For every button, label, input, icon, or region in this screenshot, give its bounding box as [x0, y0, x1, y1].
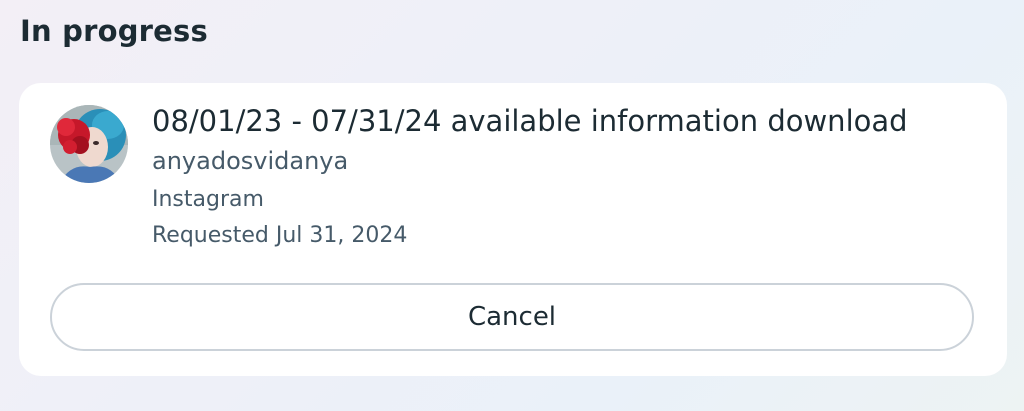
account-username: anyadosvidanya [152, 147, 349, 175]
request-title: 08/01/23 - 07/31/24 available informatio… [152, 104, 908, 138]
request-details: 08/01/23 - 07/31/24 available informatio… [152, 103, 987, 250]
platform-label: Instagram [152, 187, 264, 212]
section-heading: In progress [20, 14, 208, 48]
requested-date: Requested Jul 31, 2024 [152, 223, 408, 248]
profile-photo-icon [50, 105, 128, 183]
download-request-card: 08/01/23 - 07/31/24 available informatio… [19, 83, 1007, 376]
cancel-button[interactable]: Cancel [50, 283, 974, 351]
